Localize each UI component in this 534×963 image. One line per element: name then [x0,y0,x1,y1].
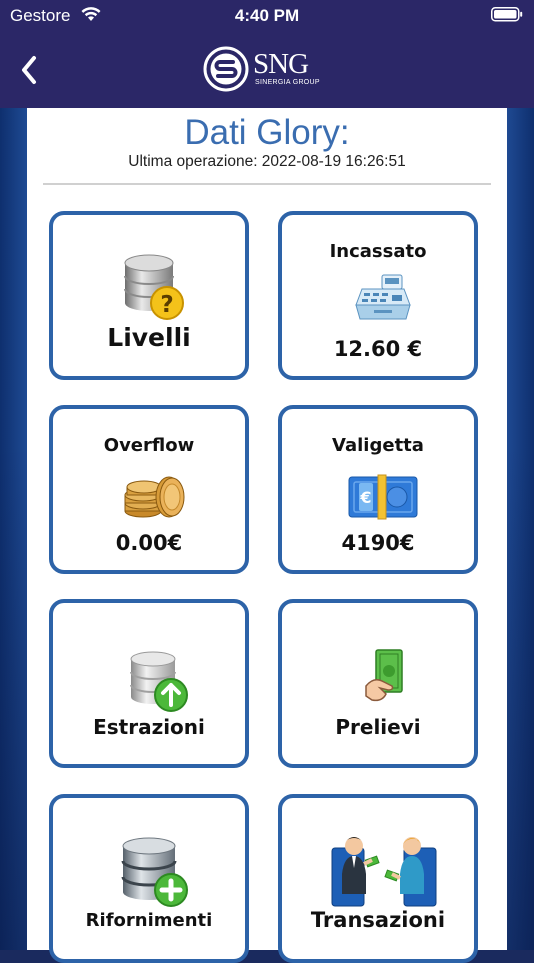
status-bar: Gestore 4:40 PM [0,0,534,32]
tile-rifornimenti[interactable]: Rifornimenti [49,794,249,963]
tile-livelli-label: Livelli [107,323,191,352]
last-operation-text: Ultima operazione: 2022-08-19 16:26:51 [128,153,406,170]
database-upload-icon [127,649,189,717]
tile-rifornimenti-label: Rifornimenti [85,910,213,931]
logo-text: SNG [253,48,309,80]
svg-text:€: € [359,488,371,507]
navigation-bar: SNG SINERGIA GROUP [0,32,534,108]
tile-estrazioni[interactable]: Estrazioni [49,599,249,768]
tile-estrazioni-label: Estrazioni [93,715,205,739]
page-title: Dati Glory: [184,113,350,152]
tile-overflow-value: 0.00€ [115,531,183,555]
tile-incassato-value: 12.60 € [333,337,423,361]
tile-valigetta-value: 4190€ [341,531,415,555]
header-divider [43,183,491,185]
clock-time: 4:40 PM [234,6,300,25]
cash-register-icon [352,271,414,325]
tile-incassato[interactable]: Incassato 12.60 € [278,211,478,380]
database-add-icon [119,836,189,912]
tile-transazioni[interactable]: Transazioni [278,794,478,963]
coin-stack-icon [121,473,187,523]
chevron-left-icon [22,56,36,84]
battery-icon [491,7,523,27]
back-button[interactable] [14,50,50,90]
database-question-icon: ? [121,251,185,325]
tile-livelli[interactable]: ? Livelli [49,211,249,380]
sng-logo: SNG SINERGIA GROUP [203,45,333,93]
sng-logo-emblem-icon [203,46,249,92]
tile-valigetta-label: Valigetta [332,435,424,456]
tile-prelievi[interactable]: Prelievi [278,599,478,768]
hand-money-icon [364,646,408,710]
tile-valigetta[interactable]: Valigetta € 4190€ [278,405,478,574]
people-exchange-icon [328,834,440,912]
logo-subtext: SINERGIA GROUP [255,79,320,86]
svg-text:?: ? [160,292,173,318]
tile-overflow[interactable]: Overflow 0.00€ [49,405,249,574]
tile-incassato-label: Incassato [329,241,427,262]
euro-banknote-icon: € [347,473,419,525]
tile-overflow-label: Overflow [103,435,195,456]
tile-transazioni-label: Transazioni [310,908,446,932]
tile-prelievi-label: Prelievi [335,715,421,739]
